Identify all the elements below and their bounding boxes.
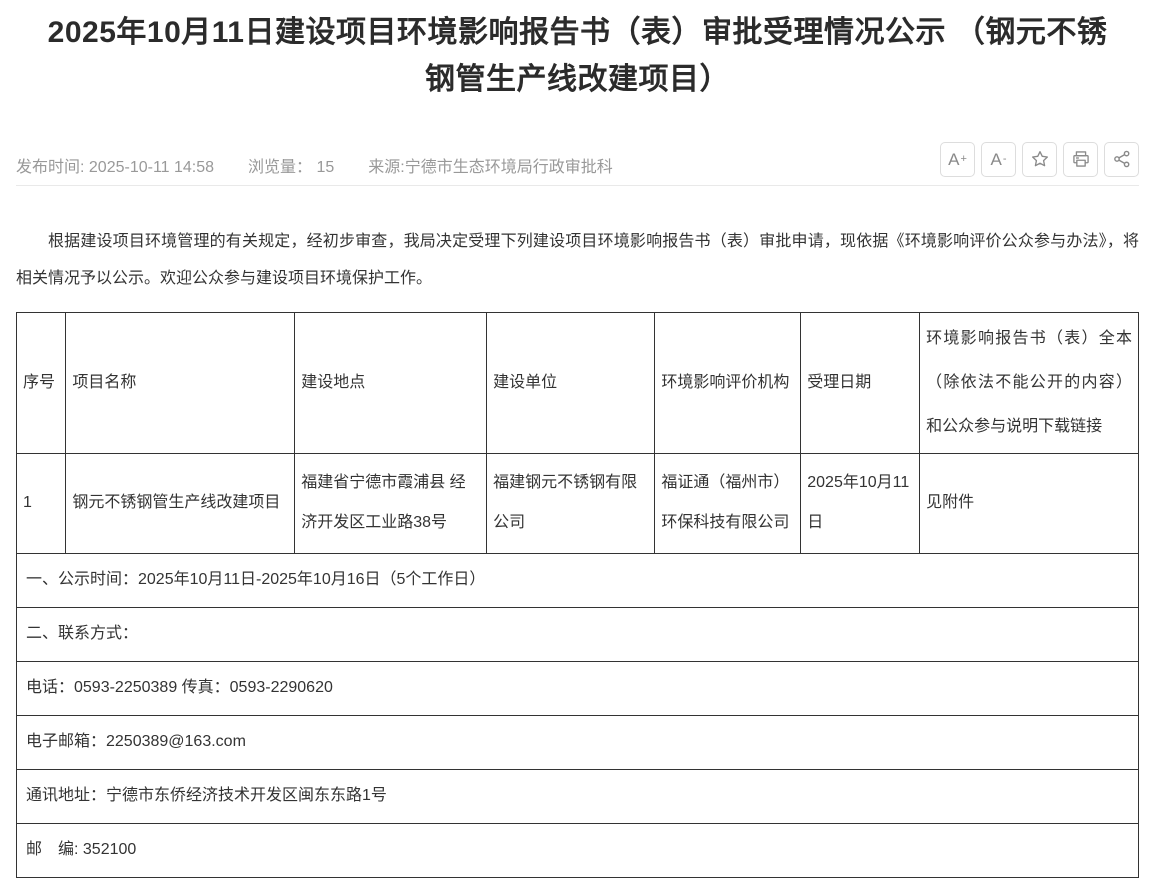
divider [16, 185, 1139, 186]
cell-constructor: 福建钢元不锈钢有限公司 [487, 453, 655, 553]
printer-icon [1071, 149, 1091, 169]
table-header-download-link: 环境影响报告书（表）全本（除依法不能公开的内容）和公众参与说明下载链接 [920, 312, 1139, 453]
table-header-constructor: 建设单位 [487, 312, 655, 453]
cell-eia-agency: 福证通（福州市）环保科技有限公司 [655, 453, 801, 553]
font-decrease-button[interactable]: A- [981, 142, 1016, 177]
approval-table: 序号 项目名称 建设地点 建设单位 环境影响评价机构 受理日期 环境影响报告书（… [16, 312, 1139, 878]
table-row: 二、联系方式： [17, 607, 1139, 661]
table-row: 电话：0593-2250389 传真：0593-2290620 [17, 661, 1139, 715]
source-label: 来源:宁德市生态环境局行政审批科 [368, 153, 612, 177]
table-row: 通讯地址：宁德市东侨经济技术开发区闽东东路1号 [17, 769, 1139, 823]
cell-location: 福建省宁德市霞浦县 经济开发区工业路38号 [295, 453, 487, 553]
publish-time: 发布时间: 2025-10-11 14:58 [16, 153, 214, 177]
table-header-project-name: 项目名称 [66, 312, 295, 453]
page-title: 2025年10月11日建设项目环境影响报告书（表）审批受理情况公示 （钢元不锈钢… [40, 10, 1115, 103]
view-count: 浏览量： 15 [248, 153, 334, 177]
cell-acceptance-date: 2025年10月11日 [801, 453, 920, 553]
table-row: 一、公示时间：2025年10月11日-2025年10月16日（5个工作日） [17, 553, 1139, 607]
meta-info: 发布时间: 2025-10-11 14:58 浏览量： 15 来源:宁德市生态环… [16, 141, 613, 177]
share-button[interactable] [1104, 142, 1139, 177]
row-email: 电子邮箱：2250389@163.com [17, 715, 1139, 769]
intro-paragraph: 根据建设项目环境管理的有关规定，经初步审查，我局决定受理下列建设项目环境影响报告… [16, 224, 1139, 298]
table-header-index: 序号 [17, 312, 66, 453]
cell-project-name: 钢元不锈钢管生产线改建项目 [66, 453, 295, 553]
row-publicity-period: 一、公示时间：2025年10月11日-2025年10月16日（5个工作日） [17, 553, 1139, 607]
font-letter: A [948, 151, 959, 168]
row-postal-address: 通讯地址：宁德市东侨经济技术开发区闽东东路1号 [17, 769, 1139, 823]
cell-index: 1 [17, 453, 66, 553]
star-icon [1030, 149, 1050, 169]
meta-bar: 发布时间: 2025-10-11 14:58 浏览量： 15 来源:宁德市生态环… [16, 141, 1139, 177]
row-contact-heading: 二、联系方式： [17, 607, 1139, 661]
article-page: 2025年10月11日建设项目环境影响报告书（表）审批受理情况公示 （钢元不锈钢… [0, 10, 1155, 878]
print-button[interactable] [1063, 142, 1098, 177]
table-header-location: 建设地点 [295, 312, 487, 453]
favorite-button[interactable] [1022, 142, 1057, 177]
font-letter: A [990, 151, 1001, 168]
minus-sign: - [1003, 154, 1007, 165]
plus-sign: + [960, 154, 966, 165]
row-phone-fax: 电话：0593-2250389 传真：0593-2290620 [17, 661, 1139, 715]
table-header-eia-agency: 环境影响评价机构 [655, 312, 801, 453]
font-increase-button[interactable]: A+ [940, 142, 975, 177]
cell-attachment: 见附件 [920, 453, 1139, 553]
table-header-row: 序号 项目名称 建设地点 建设单位 环境影响评价机构 受理日期 环境影响报告书（… [17, 312, 1139, 453]
table-row: 1 钢元不锈钢管生产线改建项目 福建省宁德市霞浦县 经济开发区工业路38号 福建… [17, 453, 1139, 553]
article-toolbar: A+ A- [940, 142, 1139, 177]
share-icon [1112, 149, 1132, 169]
table-header-acceptance-date: 受理日期 [801, 312, 920, 453]
table-row: 电子邮箱：2250389@163.com [17, 715, 1139, 769]
row-postcode: 邮 编: 352100 [17, 823, 1139, 877]
table-row: 邮 编: 352100 [17, 823, 1139, 877]
